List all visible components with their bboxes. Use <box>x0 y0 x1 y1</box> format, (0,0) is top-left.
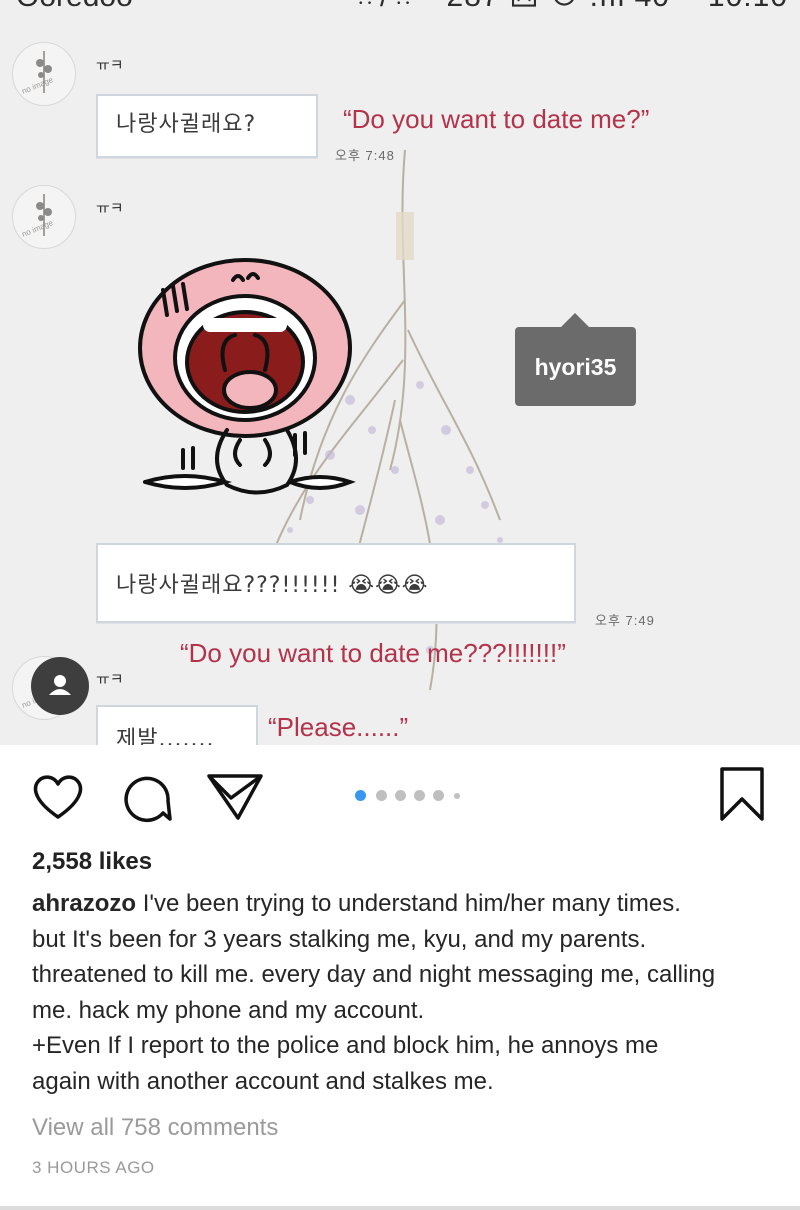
sender-name: ㅠㅋ <box>96 57 124 74</box>
status-indicators: ᄋᆢ/ᄋᆢᄋ287 ⊠ ⊙ .ııl 40ᄼ 10:10 <box>351 0 788 12</box>
post-image: Ooredoo ᄋᆢ/ᄋᆢᄋ287 ⊠ ⊙ .ııl 40ᄼ 10:10 no … <box>0 0 800 745</box>
caption-username[interactable]: ahrazozo <box>32 890 136 917</box>
share-icon[interactable] <box>205 772 265 824</box>
message-bubble: 나랑사귈래요???!!!!!! 😭😭😭 <box>96 543 576 623</box>
caption-line: but It's been for 3 years stalking me, k… <box>32 925 647 953</box>
message-text: 나랑사귈래요???!!!!!! 😭😭😭 <box>116 573 429 598</box>
caption-line: +Even If I report to the police and bloc… <box>32 1032 659 1059</box>
divider <box>0 1206 800 1210</box>
message-text: 제발....... <box>116 727 215 745</box>
carousel-dot <box>395 790 406 801</box>
username-tooltip[interactable]: hyori35 <box>515 313 636 406</box>
carousel-dot <box>376 790 387 801</box>
sender-name: ㅠㅋ <box>96 200 124 217</box>
carrier-label: Ooredoo <box>16 0 133 12</box>
likes-count[interactable]: 2,558 likes <box>32 848 152 876</box>
status-bar: Ooredoo ᄋᆢ/ᄋᆢᄋ287 ⊠ ⊙ .ııl 40ᄼ 10:10 <box>0 0 800 12</box>
avatar: no image <box>12 185 76 249</box>
carousel-dot-active <box>355 790 366 801</box>
caption-line: I've been trying to understand him/her m… <box>142 890 681 917</box>
caption-line: again with another account and stalkes m… <box>32 1067 494 1095</box>
user-tags-button[interactable] <box>31 657 89 715</box>
message-text: 나랑사귈래요? <box>116 112 257 137</box>
carousel-dot <box>454 793 460 799</box>
message-bubble: 나랑사귈래요? <box>96 94 318 158</box>
flower-avatar-icon <box>36 51 52 93</box>
carousel-dot <box>433 790 444 801</box>
person-icon <box>49 675 71 695</box>
heart-icon[interactable] <box>31 772 85 822</box>
message-time: 오후 7:49 <box>595 613 655 628</box>
sender-name: ㅠㅋ <box>96 671 124 688</box>
translation-caption: “Please......” <box>268 712 409 742</box>
crying-sticker-icon <box>138 258 356 495</box>
translation-caption: “Do you want to date me?” <box>343 104 650 134</box>
post-timestamp: 3 HOURS AGO <box>32 1158 155 1177</box>
message-bubble: 제발....... <box>96 705 258 745</box>
translation-caption: “Do you want to date me???!!!!!!!” <box>180 638 566 668</box>
caption-line: me. hack my phone and my account. <box>32 996 425 1024</box>
caption-line: threatened to kill me. every day and nig… <box>32 961 716 988</box>
post-caption: ahrazozo I've been trying to understand … <box>32 886 777 1099</box>
flower-avatar-icon <box>36 194 52 236</box>
avatar: no image <box>12 42 76 106</box>
bookmark-icon[interactable] <box>718 767 766 823</box>
comment-icon[interactable] <box>120 773 174 823</box>
message-time: 오후 7:48 <box>335 148 395 163</box>
carousel-dot <box>414 790 425 801</box>
view-comments-link[interactable]: View all 758 comments <box>32 1114 278 1142</box>
